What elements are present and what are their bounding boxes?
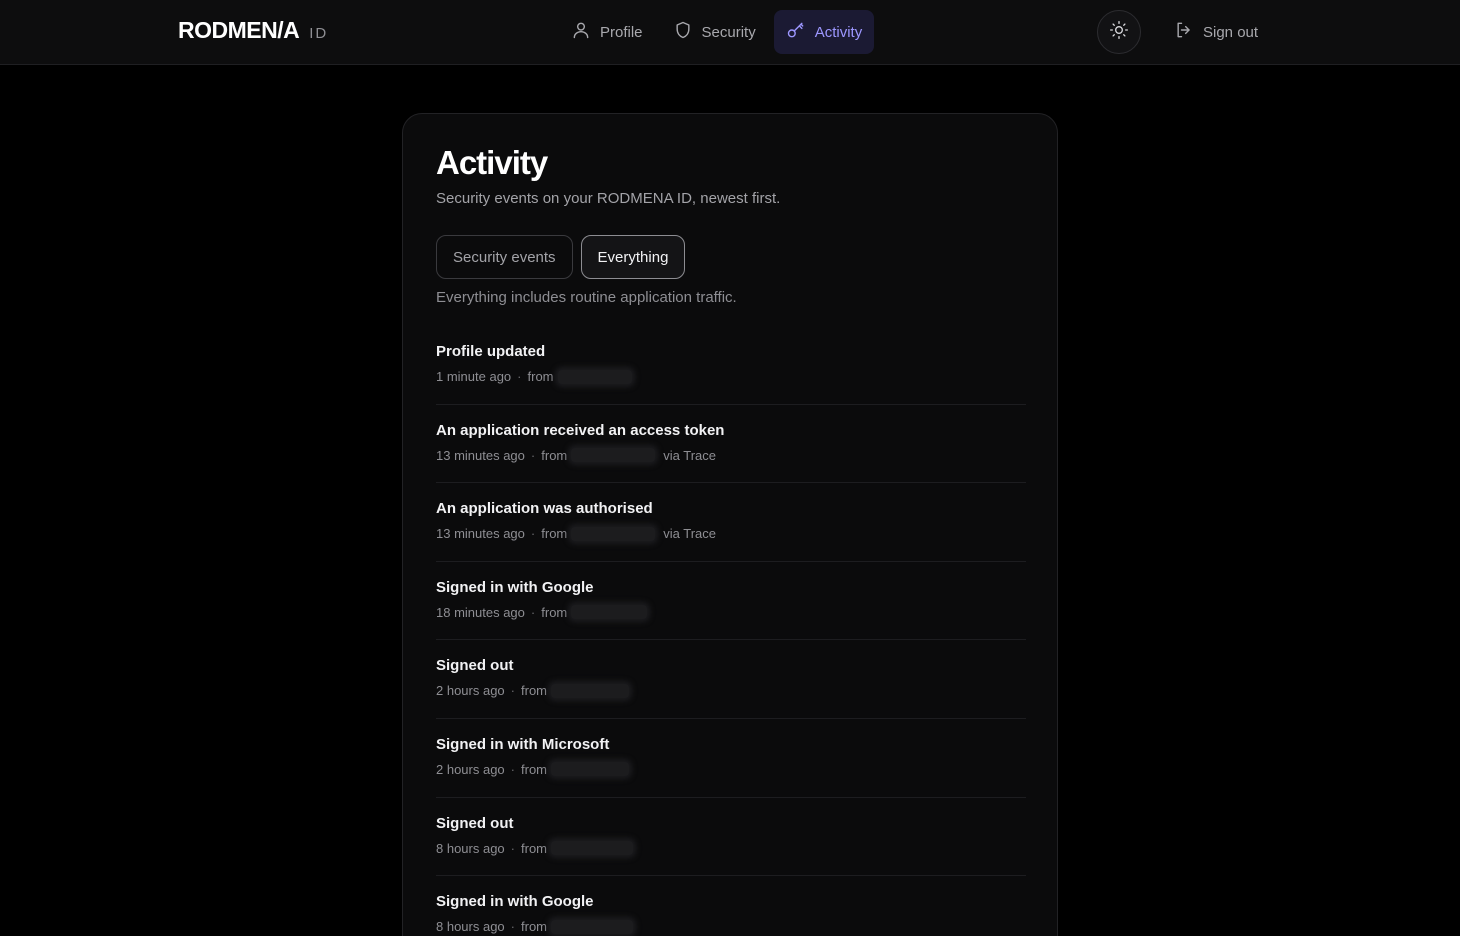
separator-dot: ·: [517, 369, 522, 384]
redacted-ip: [551, 683, 630, 698]
event-meta: 13 minutes ago · from via Trace: [436, 448, 1026, 463]
event-meta: 2 hours ago · from: [436, 683, 1026, 698]
redacted-ip: [551, 762, 630, 777]
filter-note: Everything includes routine application …: [436, 289, 737, 306]
sign-out-button[interactable]: Sign out: [1174, 10, 1258, 54]
redacted-ip: [557, 369, 632, 384]
page-subtitle: Security events on your RODMENA ID, newe…: [436, 190, 781, 207]
event-from-label: from: [521, 683, 548, 699]
separator-dot: ·: [530, 604, 536, 620]
main-nav: Profile Security Activity: [559, 10, 875, 54]
logo-wordmark: RODMEN/A: [178, 17, 300, 43]
event-time: 18 minutes ago: [436, 604, 525, 620]
list-item: Signed in with Google 8 hours ago · from: [436, 876, 1026, 936]
event-time: 13 minutes ago: [436, 447, 525, 463]
top-bar: RODMEN/A ID Profile Security Activity Si…: [0, 0, 1460, 65]
list-item: An application received an access token …: [436, 405, 1026, 484]
event-from-label: from: [521, 919, 548, 935]
list-item: Signed in with Google 18 minutes ago · f…: [436, 562, 1026, 641]
event-title: Signed in with Google: [436, 578, 594, 596]
shield-icon: [673, 20, 693, 44]
event-from-label: from: [541, 447, 568, 463]
filter-security-events-button[interactable]: Security events: [436, 235, 573, 279]
redacted-ip: [571, 448, 656, 463]
redacted-ip: [551, 919, 634, 934]
list-item: Signed out 2 hours ago · from: [436, 640, 1026, 719]
event-time: 2 hours ago: [436, 761, 505, 777]
separator-dot: ·: [510, 761, 516, 777]
list-item: Profile updated 1 minute ago · from: [436, 326, 1026, 405]
separator-dot: ·: [510, 683, 516, 699]
filter-everything-button[interactable]: Everything: [580, 235, 686, 279]
event-from-label: from: [541, 526, 568, 542]
event-meta: 8 hours ago · from: [436, 841, 1026, 856]
sign-out-icon: [1174, 20, 1194, 44]
event-from-label: from: [521, 840, 548, 856]
page-title: Activity: [436, 144, 548, 181]
event-meta: 1 minute ago · from: [436, 369, 1026, 384]
nav-item-label: Profile: [600, 23, 643, 41]
event-time: 8 hours ago: [436, 919, 505, 935]
key-icon: [786, 20, 806, 44]
event-title: Signed out: [436, 657, 514, 675]
filter-group: Security events Everything: [436, 235, 686, 279]
event-title: Profile updated: [436, 343, 546, 360]
event-from-label: from: [527, 369, 554, 384]
nav-item-activity[interactable]: Activity: [773, 10, 875, 54]
event-from-label: from: [521, 761, 548, 777]
event-meta: 2 hours ago · from: [436, 762, 1026, 777]
event-title: Signed in with Google: [436, 893, 594, 911]
redacted-ip: [571, 526, 656, 541]
separator-dot: ·: [510, 919, 516, 935]
list-item: Signed out 8 hours ago · from: [436, 798, 1026, 877]
event-time: 13 minutes ago: [436, 526, 525, 542]
event-time: 2 hours ago: [436, 683, 505, 699]
nav-item-label: Security: [701, 23, 756, 41]
separator-dot: ·: [530, 526, 536, 542]
list-item: Signed in with Microsoft 2 hours ago · f…: [436, 719, 1026, 798]
separator-dot: ·: [530, 447, 536, 463]
nav-item-label: Activity: [814, 23, 863, 41]
user-icon: [571, 20, 591, 44]
event-meta: 18 minutes ago · from: [436, 605, 1026, 620]
event-list: Profile updated 1 minute ago · from An a…: [436, 326, 1026, 936]
separator-dot: ·: [510, 840, 516, 856]
redacted-ip: [571, 605, 648, 620]
event-via: via Trace: [663, 447, 716, 463]
event-meta: 8 hours ago · from: [436, 919, 1026, 934]
event-time: 1 minute ago: [436, 369, 512, 384]
logo-suffix: ID: [309, 25, 329, 42]
theme-toggle-button[interactable]: [1097, 10, 1141, 54]
event-meta: 13 minutes ago · from via Trace: [436, 526, 1026, 541]
nav-item-security[interactable]: Security: [661, 10, 768, 54]
event-time: 8 hours ago: [436, 840, 505, 856]
sign-out-label: Sign out: [1203, 23, 1259, 41]
event-title: An application received an access token: [436, 421, 725, 439]
redacted-ip: [551, 841, 634, 856]
event-title: Signed in with Microsoft: [436, 735, 610, 753]
list-item: An application was authorised 13 minutes…: [436, 483, 1026, 562]
sun-icon: [1109, 20, 1129, 45]
event-via: via Trace: [663, 526, 716, 542]
nav-item-profile[interactable]: Profile: [559, 10, 655, 54]
activity-card: Activity Security events on your RODMENA…: [402, 113, 1058, 936]
event-from-label: from: [541, 604, 568, 620]
event-title: Signed out: [436, 814, 514, 832]
event-title: An application was authorised: [436, 500, 653, 518]
logo[interactable]: RODMEN/A ID: [178, 17, 328, 47]
